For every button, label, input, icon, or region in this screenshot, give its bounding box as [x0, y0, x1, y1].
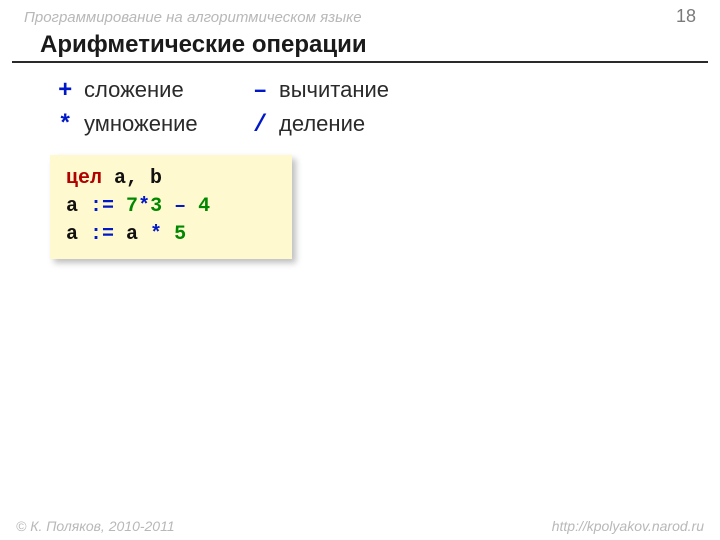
- minus-icon: –: [253, 78, 275, 105]
- op-row-1: + сложение – вычитание: [58, 77, 720, 105]
- code-line-3: a := a * 5: [66, 221, 278, 249]
- plus-icon: +: [58, 78, 80, 105]
- op-label: сложение: [84, 77, 184, 103]
- op-add: + сложение: [58, 77, 253, 105]
- number: 4: [198, 195, 210, 218]
- slide-footer: © К. Поляков, 2010-2011 http://kpolyakov…: [0, 518, 720, 534]
- op-row-2: * умножение / деление: [58, 111, 720, 139]
- keyword: цел: [66, 167, 102, 190]
- page-number: 18: [676, 6, 696, 27]
- operations-list: + сложение – вычитание * умножение / дел…: [0, 77, 720, 139]
- slash-icon: /: [253, 112, 275, 139]
- code-text: a: [114, 223, 150, 246]
- code-text: [162, 223, 174, 246]
- sub-op: –: [174, 195, 186, 218]
- code-text: a: [66, 223, 90, 246]
- code-text: [186, 195, 198, 218]
- op-label: вычитание: [279, 77, 389, 103]
- number: 3: [150, 195, 162, 218]
- code-text: [162, 195, 174, 218]
- code-box: цел a, b a := 7*3 – 4 a := a * 5: [50, 155, 292, 259]
- number: 7: [126, 195, 138, 218]
- footer-url: http://kpolyakov.narod.ru: [552, 518, 704, 534]
- op-label: деление: [279, 111, 365, 137]
- mul-op: *: [150, 223, 162, 246]
- page-title: Арифметические операции: [12, 27, 708, 63]
- code-line-2: a := 7*3 – 4: [66, 193, 278, 221]
- op-label: умножение: [84, 111, 198, 137]
- code-line-1: цел a, b: [66, 165, 278, 193]
- copyright-text: © К. Поляков, 2010-2011: [16, 518, 175, 534]
- op-mul: * умножение: [58, 111, 253, 139]
- number: 5: [174, 223, 186, 246]
- asterisk-icon: *: [58, 112, 80, 139]
- op-div: / деление: [253, 111, 365, 139]
- code-text: [114, 195, 126, 218]
- slide-header: Программирование на алгоритмическом язык…: [0, 0, 720, 27]
- assign-op: :=: [90, 195, 114, 218]
- assign-op: :=: [90, 223, 114, 246]
- mul-op: *: [138, 195, 150, 218]
- code-text: a: [66, 195, 90, 218]
- subject-text: Программирование на алгоритмическом язык…: [24, 9, 362, 26]
- op-sub: – вычитание: [253, 77, 389, 105]
- code-text: a, b: [102, 167, 162, 190]
